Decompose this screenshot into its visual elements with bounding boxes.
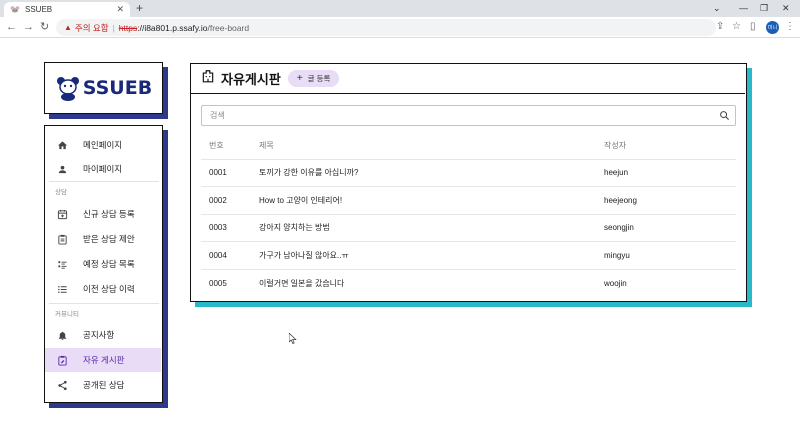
write-post-label: 글 등록 bbox=[307, 74, 331, 83]
post-author: heejeong bbox=[604, 195, 637, 205]
browser-tab-bar: 🐭 SSUEB ✕ + ⌄ — ❐ ✕ bbox=[0, 0, 800, 17]
post-title[interactable]: How to 고양이 인테리어! bbox=[259, 187, 342, 214]
calendar-add-icon bbox=[55, 209, 69, 220]
post-author: mingyu bbox=[604, 250, 630, 260]
sidebar-item-label: 자유 게시판 bbox=[83, 355, 125, 365]
warning-icon: ▲ bbox=[64, 23, 72, 32]
sidebar-item-label: 이전 상담 이력 bbox=[83, 284, 135, 294]
url-path: /free-board bbox=[207, 22, 250, 33]
menu-kebab-icon[interactable]: ⋮ bbox=[785, 20, 795, 34]
logo-text: SSUEB bbox=[82, 77, 153, 99]
bell-icon bbox=[55, 330, 69, 341]
address-bar[interactable]: ▲ 주의 요함 | https ://i8a801.p.ssafy.io /fr… bbox=[56, 19, 716, 36]
home-icon bbox=[55, 140, 69, 151]
plus-icon: + bbox=[296, 73, 303, 84]
logo-card[interactable]: SSUEB bbox=[44, 62, 163, 114]
page-title: 자유게시판 bbox=[221, 72, 281, 87]
search-input[interactable] bbox=[210, 111, 713, 120]
reload-icon[interactable]: ↻ bbox=[40, 20, 49, 34]
sidebar-item-label: 받은 상담 제안 bbox=[83, 234, 135, 244]
tab-search-icon[interactable]: ⌄ bbox=[713, 1, 721, 15]
table-row[interactable]: 0001 토끼가 강한 이유를 아십니까? heejun bbox=[201, 160, 736, 187]
sidebar-item-free-board[interactable]: 자유 게시판 bbox=[45, 348, 161, 372]
share-page-icon[interactable]: ⇪ bbox=[716, 20, 724, 34]
url-scheme: https bbox=[118, 22, 138, 33]
post-author: heejun bbox=[604, 168, 629, 178]
table-header: 번호 제목 작성자 bbox=[201, 132, 736, 160]
post-number: 0001 bbox=[209, 168, 227, 178]
share-icon bbox=[55, 380, 69, 391]
table-row[interactable]: 0005 이럴거면 일본을 갔습니다 woojin bbox=[201, 270, 736, 298]
section-label-consult: 상담 bbox=[55, 189, 67, 196]
sidebar-item-main[interactable]: 메인페이지 bbox=[45, 133, 161, 157]
side-panel-icon[interactable]: ▯ bbox=[750, 20, 756, 34]
post-title[interactable]: 토끼가 강한 이유를 아십니까? bbox=[259, 160, 358, 187]
column-header-author: 작성자 bbox=[604, 140, 627, 150]
sidebar-item-past-consult[interactable]: 이전 상담 이력 bbox=[45, 277, 161, 301]
forward-icon[interactable]: → bbox=[23, 20, 34, 34]
search-box bbox=[201, 105, 736, 126]
bookmark-star-icon[interactable]: ☆ bbox=[732, 20, 741, 34]
post-title[interactable]: 강아지 양치하는 방법 bbox=[259, 215, 330, 242]
clipboard-icon bbox=[55, 234, 69, 245]
building-icon bbox=[201, 69, 215, 88]
favicon-icon: 🐭 bbox=[10, 5, 20, 14]
post-title[interactable]: 가구가 남아나질 않아요..ㅠ bbox=[259, 242, 349, 269]
back-icon[interactable]: ← bbox=[6, 20, 17, 34]
board-header: 자유게시판 + 글 등록 bbox=[191, 64, 745, 94]
browser-tab[interactable]: 🐭 SSUEB ✕ bbox=[4, 2, 130, 17]
security-warning[interactable]: 주의 요함 bbox=[75, 22, 109, 34]
post-title[interactable]: 이럴거면 일본을 갔습니다 bbox=[259, 270, 344, 298]
post-number: 0004 bbox=[209, 250, 227, 260]
sidebar-item-label: 예정 상담 목록 bbox=[83, 259, 135, 269]
write-post-button[interactable]: + 글 등록 bbox=[287, 70, 340, 87]
post-author: seongjin bbox=[604, 223, 634, 233]
mouse-cursor-icon bbox=[289, 333, 297, 344]
section-label-community: 커뮤니티 bbox=[55, 311, 79, 318]
table-row[interactable]: 0003 강아지 양치하는 방법 seongjin bbox=[201, 215, 736, 242]
url-host: ://i8a801.p.ssafy.io bbox=[137, 22, 208, 33]
post-author: woojin bbox=[604, 278, 627, 288]
post-number: 0005 bbox=[209, 278, 227, 288]
sidebar-divider bbox=[49, 181, 159, 182]
sidebar-item-public-consult[interactable]: 공개된 상담 bbox=[45, 373, 161, 397]
sidebar-item-notice[interactable]: 공지사항 bbox=[45, 323, 161, 347]
sidebar: 메인페이지 마이페이지 상담 신규 상담 등록 받은 상담 제안 예정 상담 목… bbox=[44, 125, 163, 403]
profile-avatar[interactable]: 미니 bbox=[766, 21, 779, 34]
close-window-icon[interactable]: ✕ bbox=[782, 1, 790, 15]
table-row[interactable]: 0004 가구가 남아나질 않아요..ㅠ mingyu bbox=[201, 242, 736, 270]
column-header-title: 제목 bbox=[259, 140, 274, 150]
tab-close-icon[interactable]: ✕ bbox=[116, 4, 124, 15]
post-number: 0002 bbox=[209, 195, 227, 205]
sidebar-item-received-consult[interactable]: 받은 상담 제안 bbox=[45, 227, 161, 251]
sidebar-item-label: 마이페이지 bbox=[83, 164, 123, 174]
post-number: 0003 bbox=[209, 223, 227, 233]
sidebar-item-label: 메인페이지 bbox=[83, 140, 123, 150]
maximize-icon[interactable]: ❐ bbox=[760, 1, 768, 15]
new-tab-button[interactable]: + bbox=[136, 2, 143, 15]
free-board-panel: 자유게시판 + 글 등록 번호 제목 작성자 0001 토끼가 강한 이유를 아… bbox=[190, 63, 747, 302]
checklist-icon bbox=[55, 259, 69, 270]
sidebar-item-scheduled-consult[interactable]: 예정 상담 목록 bbox=[45, 252, 161, 276]
column-header-no: 번호 bbox=[209, 140, 224, 150]
sidebar-item-new-consult[interactable]: 신규 상담 등록 bbox=[45, 202, 161, 226]
person-icon bbox=[55, 164, 69, 175]
table-row[interactable]: 0002 How to 고양이 인테리어! heejeong bbox=[201, 187, 736, 215]
posts-table: 번호 제목 작성자 0001 토끼가 강한 이유를 아십니까? heejun 0… bbox=[201, 132, 736, 297]
mascot-logo-icon bbox=[56, 77, 79, 101]
search-icon[interactable] bbox=[713, 110, 735, 121]
omnibox-separator: | bbox=[112, 22, 115, 33]
list-icon bbox=[55, 284, 69, 295]
sidebar-item-mypage[interactable]: 마이페이지 bbox=[45, 157, 161, 181]
clipboard-edit-icon bbox=[55, 355, 69, 366]
minimize-icon[interactable]: — bbox=[739, 1, 748, 15]
sidebar-item-label: 공지사항 bbox=[83, 330, 115, 340]
sidebar-divider bbox=[49, 303, 159, 304]
tab-title: SSUEB bbox=[25, 5, 53, 14]
browser-toolbar: ← → ↻ ▲ 주의 요함 | https ://i8a801.p.ssafy.… bbox=[0, 17, 800, 38]
sidebar-item-label: 신규 상담 등록 bbox=[83, 209, 135, 219]
sidebar-item-label: 공개된 상담 bbox=[83, 380, 125, 390]
